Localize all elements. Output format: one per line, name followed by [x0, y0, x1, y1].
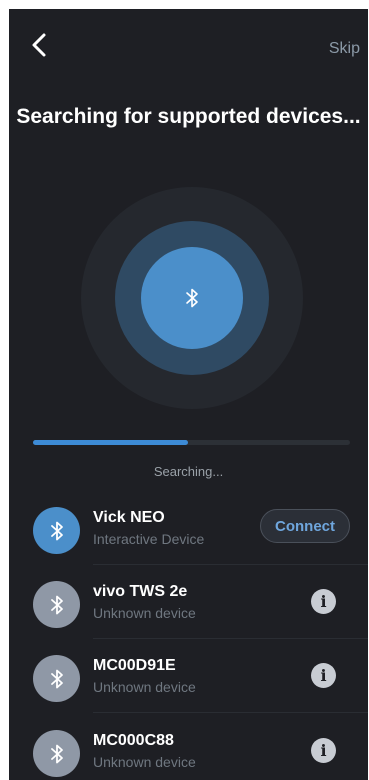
- device-type: Unknown device: [93, 754, 196, 770]
- search-progress-fill: [33, 440, 189, 445]
- device-type: Unknown device: [93, 679, 196, 695]
- device-item[interactable]: vivo TWS 2e Unknown device i: [9, 575, 368, 639]
- device-item[interactable]: MC00D91E Unknown device i: [9, 649, 368, 713]
- device-avatar: [33, 507, 80, 554]
- divider: [93, 712, 368, 713]
- device-item[interactable]: MC000C88 Unknown device i: [9, 724, 368, 780]
- bluetooth-icon: [50, 669, 63, 688]
- info-icon[interactable]: i: [311, 589, 336, 614]
- scan-radar: [81, 187, 303, 409]
- divider: [93, 564, 368, 565]
- search-progress-bar: [33, 440, 350, 445]
- divider: [93, 638, 368, 639]
- page-title: Searching for supported devices...: [16, 105, 361, 128]
- chevron-left-icon: [32, 33, 46, 57]
- back-button[interactable]: [27, 31, 51, 59]
- device-name: MC000C88: [93, 732, 174, 749]
- search-status: Searching...: [153, 464, 224, 479]
- bluetooth-icon: [50, 744, 63, 763]
- skip-button[interactable]: Skip: [329, 40, 360, 58]
- info-icon[interactable]: i: [311, 663, 336, 688]
- device-avatar: [33, 730, 80, 777]
- device-type: Unknown device: [93, 605, 196, 621]
- device-name: MC00D91E: [93, 657, 176, 674]
- connect-button[interactable]: Connect: [260, 509, 350, 543]
- device-avatar: [33, 655, 80, 702]
- info-icon[interactable]: i: [311, 738, 336, 763]
- device-item[interactable]: Vick NEO Interactive Device Connect: [9, 501, 368, 565]
- radar-inner-circle: [141, 247, 243, 349]
- bluetooth-icon: [186, 288, 198, 308]
- app-screen: Skip Searching for supported devices... …: [9, 9, 368, 780]
- device-name: vivo TWS 2e: [93, 583, 188, 600]
- bluetooth-icon: [50, 521, 63, 540]
- device-type: Interactive Device: [93, 531, 205, 547]
- bluetooth-icon: [50, 595, 63, 614]
- device-avatar: [33, 581, 80, 628]
- device-name: Vick NEO: [93, 509, 165, 526]
